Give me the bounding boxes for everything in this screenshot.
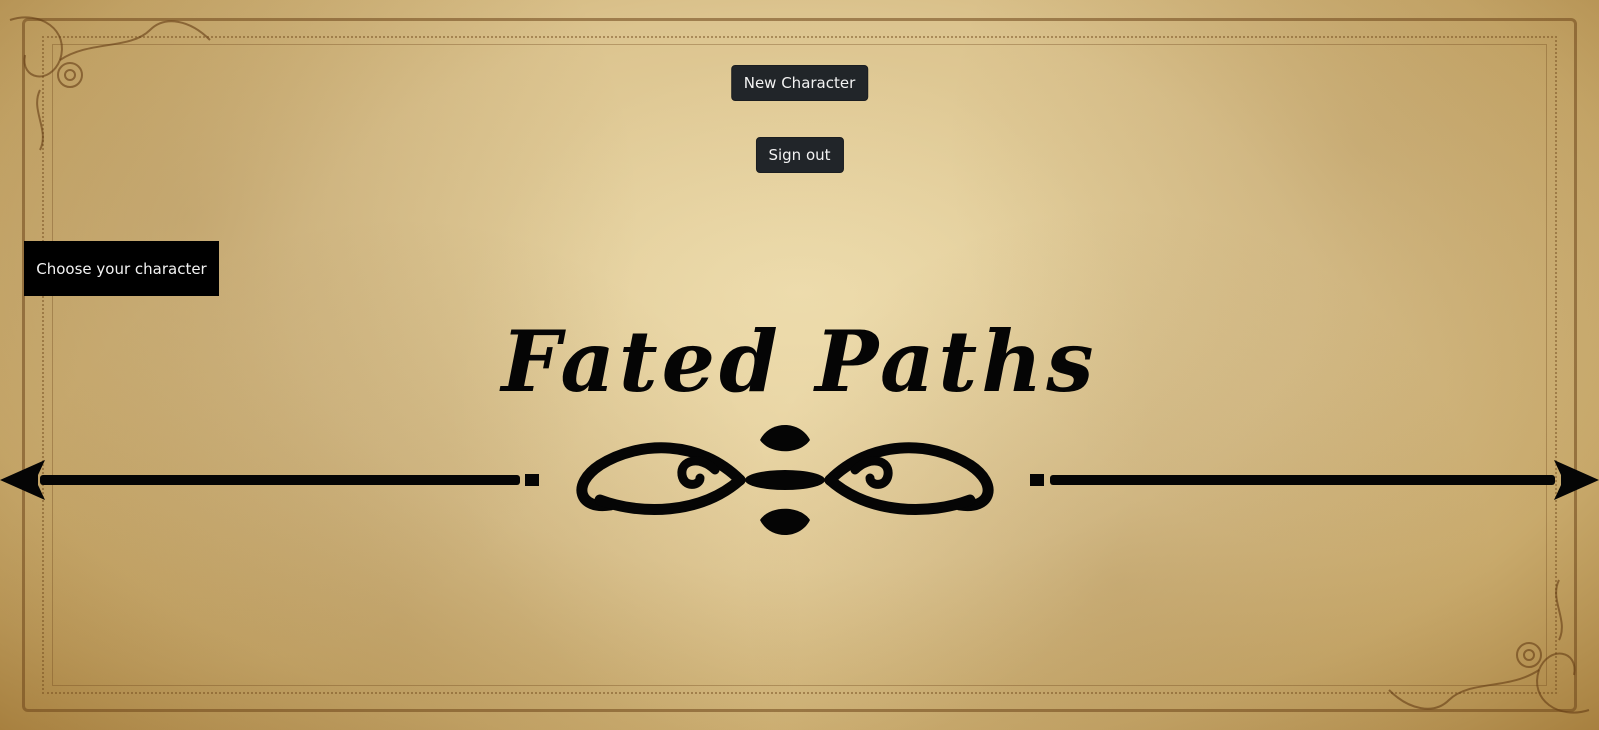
sign-out-button[interactable]: Sign out [755, 137, 844, 173]
page-title: Fated Paths [501, 312, 1098, 411]
ornamental-divider-icon [0, 425, 1599, 535]
choose-character-button[interactable]: Choose your character [24, 241, 219, 296]
floral-corner-ornament-icon [1388, 579, 1590, 714]
new-character-button[interactable]: New Character [730, 65, 869, 101]
floral-corner-ornament-icon [9, 16, 211, 151]
